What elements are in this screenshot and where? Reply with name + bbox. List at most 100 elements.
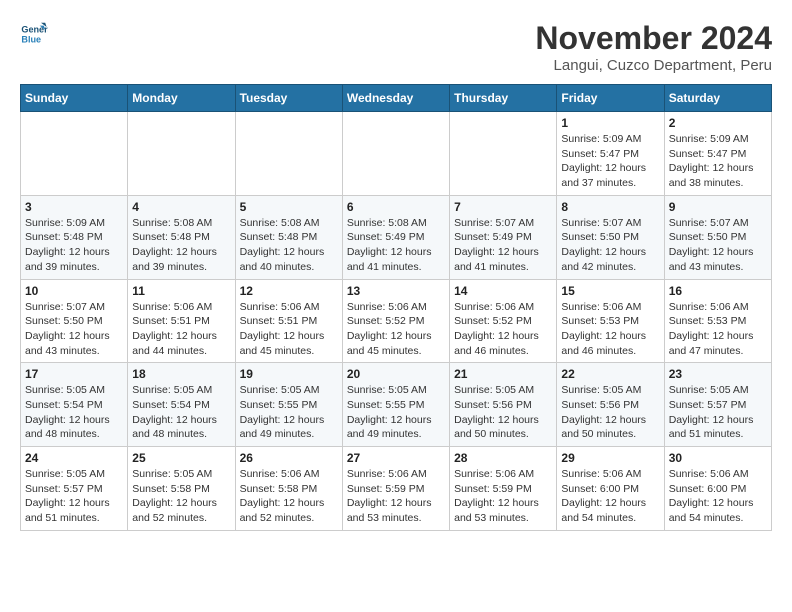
calendar-cell: 21 Sunrise: 5:05 AM Sunset: 5:56 PM Dayli… bbox=[450, 363, 557, 447]
weekday-header-monday: Monday bbox=[128, 85, 235, 112]
calendar-cell bbox=[235, 112, 342, 196]
calendar-cell: 17 Sunrise: 5:05 AM Sunset: 5:54 PM Dayli… bbox=[21, 363, 128, 447]
calendar-cell: 12 Sunrise: 5:06 AM Sunset: 5:51 PM Dayli… bbox=[235, 279, 342, 363]
calendar-cell: 23 Sunrise: 5:05 AM Sunset: 5:57 PM Dayli… bbox=[664, 363, 771, 447]
day-info: Sunrise: 5:09 AM Sunset: 5:48 PM Dayligh… bbox=[25, 216, 123, 275]
day-info: Sunrise: 5:05 AM Sunset: 5:56 PM Dayligh… bbox=[454, 383, 552, 442]
day-number: 14 bbox=[454, 284, 552, 298]
calendar-week-1: 1 Sunrise: 5:09 AM Sunset: 5:47 PM Daylig… bbox=[21, 112, 772, 196]
calendar-cell: 1 Sunrise: 5:09 AM Sunset: 5:47 PM Daylig… bbox=[557, 112, 664, 196]
day-number: 22 bbox=[561, 367, 659, 381]
title-section: November 2024 Langui, Cuzco Department, … bbox=[535, 20, 772, 74]
calendar-cell bbox=[128, 112, 235, 196]
calendar-cell: 6 Sunrise: 5:08 AM Sunset: 5:49 PM Daylig… bbox=[342, 195, 449, 279]
calendar-cell: 7Sunrise: 5:07 AM Sunset: 5:49 PM Daylig… bbox=[450, 195, 557, 279]
calendar-cell: 14Sunrise: 5:06 AM Sunset: 5:52 PM Dayli… bbox=[450, 279, 557, 363]
weekday-header-wednesday: Wednesday bbox=[342, 85, 449, 112]
calendar-cell bbox=[450, 112, 557, 196]
day-number: 29 bbox=[561, 451, 659, 465]
day-number: 7 bbox=[454, 200, 552, 214]
weekday-header-friday: Friday bbox=[557, 85, 664, 112]
day-number: 19 bbox=[240, 367, 338, 381]
calendar-week-2: 3 Sunrise: 5:09 AM Sunset: 5:48 PM Daylig… bbox=[21, 195, 772, 279]
calendar-cell: 26Sunrise: 5:06 AM Sunset: 5:58 PM Dayli… bbox=[235, 447, 342, 531]
day-number: 2 bbox=[669, 116, 767, 130]
day-info: Sunrise: 5:06 AM Sunset: 6:00 PM Dayligh… bbox=[669, 467, 767, 526]
logo-icon: General Blue bbox=[20, 20, 48, 48]
calendar-week-4: 17 Sunrise: 5:05 AM Sunset: 5:54 PM Dayli… bbox=[21, 363, 772, 447]
day-info: Sunrise: 5:05 AM Sunset: 5:58 PM Dayligh… bbox=[132, 467, 230, 526]
day-info: Sunrise: 5:05 AM Sunset: 5:54 PM Dayligh… bbox=[132, 383, 230, 442]
calendar-cell: 20Sunrise: 5:05 AM Sunset: 5:55 PM Dayli… bbox=[342, 363, 449, 447]
calendar-cell: 8Sunrise: 5:07 AM Sunset: 5:50 PM Daylig… bbox=[557, 195, 664, 279]
day-number: 8 bbox=[561, 200, 659, 214]
day-info: Sunrise: 5:06 AM Sunset: 5:53 PM Dayligh… bbox=[561, 300, 659, 359]
day-number: 11 bbox=[132, 284, 230, 298]
calendar-cell: 30Sunrise: 5:06 AM Sunset: 6:00 PM Dayli… bbox=[664, 447, 771, 531]
day-info: Sunrise: 5:07 AM Sunset: 5:50 PM Dayligh… bbox=[669, 216, 767, 275]
calendar-table: SundayMondayTuesdayWednesdayThursdayFrid… bbox=[20, 84, 772, 531]
day-number: 13 bbox=[347, 284, 445, 298]
day-number: 25 bbox=[132, 451, 230, 465]
day-number: 1 bbox=[561, 116, 659, 130]
day-info: Sunrise: 5:07 AM Sunset: 5:50 PM Dayligh… bbox=[25, 300, 123, 359]
logo: General Blue bbox=[20, 20, 48, 48]
day-number: 17 bbox=[25, 367, 123, 381]
day-info: Sunrise: 5:06 AM Sunset: 5:52 PM Dayligh… bbox=[347, 300, 445, 359]
calendar-cell: 9 Sunrise: 5:07 AM Sunset: 5:50 PM Daylig… bbox=[664, 195, 771, 279]
day-number: 4 bbox=[132, 200, 230, 214]
calendar-cell: 24 Sunrise: 5:05 AM Sunset: 5:57 PM Dayli… bbox=[21, 447, 128, 531]
weekday-header-thursday: Thursday bbox=[450, 85, 557, 112]
calendar-cell: 29Sunrise: 5:06 AM Sunset: 6:00 PM Dayli… bbox=[557, 447, 664, 531]
day-number: 12 bbox=[240, 284, 338, 298]
weekday-header-saturday: Saturday bbox=[664, 85, 771, 112]
svg-text:Blue: Blue bbox=[21, 34, 41, 44]
calendar-week-3: 10 Sunrise: 5:07 AM Sunset: 5:50 PM Dayli… bbox=[21, 279, 772, 363]
day-info: Sunrise: 5:05 AM Sunset: 5:55 PM Dayligh… bbox=[347, 383, 445, 442]
calendar-cell: 19 Sunrise: 5:05 AM Sunset: 5:55 PM Dayli… bbox=[235, 363, 342, 447]
calendar-cell bbox=[21, 112, 128, 196]
day-info: Sunrise: 5:05 AM Sunset: 5:57 PM Dayligh… bbox=[669, 383, 767, 442]
day-number: 10 bbox=[25, 284, 123, 298]
day-info: Sunrise: 5:09 AM Sunset: 5:47 PM Dayligh… bbox=[561, 132, 659, 191]
calendar-cell: 22 Sunrise: 5:05 AM Sunset: 5:56 PM Dayli… bbox=[557, 363, 664, 447]
calendar-cell: 11 Sunrise: 5:06 AM Sunset: 5:51 PM Dayli… bbox=[128, 279, 235, 363]
day-number: 21 bbox=[454, 367, 552, 381]
day-info: Sunrise: 5:06 AM Sunset: 5:59 PM Dayligh… bbox=[454, 467, 552, 526]
calendar-cell: 10 Sunrise: 5:07 AM Sunset: 5:50 PM Dayli… bbox=[21, 279, 128, 363]
day-info: Sunrise: 5:05 AM Sunset: 5:56 PM Dayligh… bbox=[561, 383, 659, 442]
day-info: Sunrise: 5:05 AM Sunset: 5:54 PM Dayligh… bbox=[25, 383, 123, 442]
svg-text:General: General bbox=[21, 25, 48, 35]
day-number: 24 bbox=[25, 451, 123, 465]
day-number: 18 bbox=[132, 367, 230, 381]
day-number: 26 bbox=[240, 451, 338, 465]
day-number: 6 bbox=[347, 200, 445, 214]
calendar-cell: 5Sunrise: 5:08 AM Sunset: 5:48 PM Daylig… bbox=[235, 195, 342, 279]
day-info: Sunrise: 5:05 AM Sunset: 5:57 PM Dayligh… bbox=[25, 467, 123, 526]
day-number: 5 bbox=[240, 200, 338, 214]
weekday-header-tuesday: Tuesday bbox=[235, 85, 342, 112]
day-info: Sunrise: 5:06 AM Sunset: 5:51 PM Dayligh… bbox=[240, 300, 338, 359]
calendar-cell: 15 Sunrise: 5:06 AM Sunset: 5:53 PM Dayli… bbox=[557, 279, 664, 363]
day-number: 9 bbox=[669, 200, 767, 214]
calendar-cell: 4Sunrise: 5:08 AM Sunset: 5:48 PM Daylig… bbox=[128, 195, 235, 279]
day-info: Sunrise: 5:05 AM Sunset: 5:55 PM Dayligh… bbox=[240, 383, 338, 442]
day-number: 3 bbox=[25, 200, 123, 214]
day-info: Sunrise: 5:06 AM Sunset: 5:53 PM Dayligh… bbox=[669, 300, 767, 359]
month-year-title: November 2024 bbox=[535, 20, 772, 57]
day-info: Sunrise: 5:06 AM Sunset: 5:59 PM Dayligh… bbox=[347, 467, 445, 526]
calendar-cell: 16Sunrise: 5:06 AM Sunset: 5:53 PM Dayli… bbox=[664, 279, 771, 363]
day-number: 15 bbox=[561, 284, 659, 298]
day-info: Sunrise: 5:06 AM Sunset: 5:51 PM Dayligh… bbox=[132, 300, 230, 359]
calendar-cell: 2 Sunrise: 5:09 AM Sunset: 5:47 PM Daylig… bbox=[664, 112, 771, 196]
calendar-cell bbox=[342, 112, 449, 196]
day-number: 23 bbox=[669, 367, 767, 381]
calendar-cell: 13 Sunrise: 5:06 AM Sunset: 5:52 PM Dayli… bbox=[342, 279, 449, 363]
day-info: Sunrise: 5:09 AM Sunset: 5:47 PM Dayligh… bbox=[669, 132, 767, 191]
weekday-header-sunday: Sunday bbox=[21, 85, 128, 112]
calendar-cell: 18 Sunrise: 5:05 AM Sunset: 5:54 PM Dayli… bbox=[128, 363, 235, 447]
day-info: Sunrise: 5:08 AM Sunset: 5:49 PM Dayligh… bbox=[347, 216, 445, 275]
calendar-cell: 28 Sunrise: 5:06 AM Sunset: 5:59 PM Dayli… bbox=[450, 447, 557, 531]
page-header: General Blue November 2024 Langui, Cuzco… bbox=[20, 20, 772, 74]
day-number: 28 bbox=[454, 451, 552, 465]
